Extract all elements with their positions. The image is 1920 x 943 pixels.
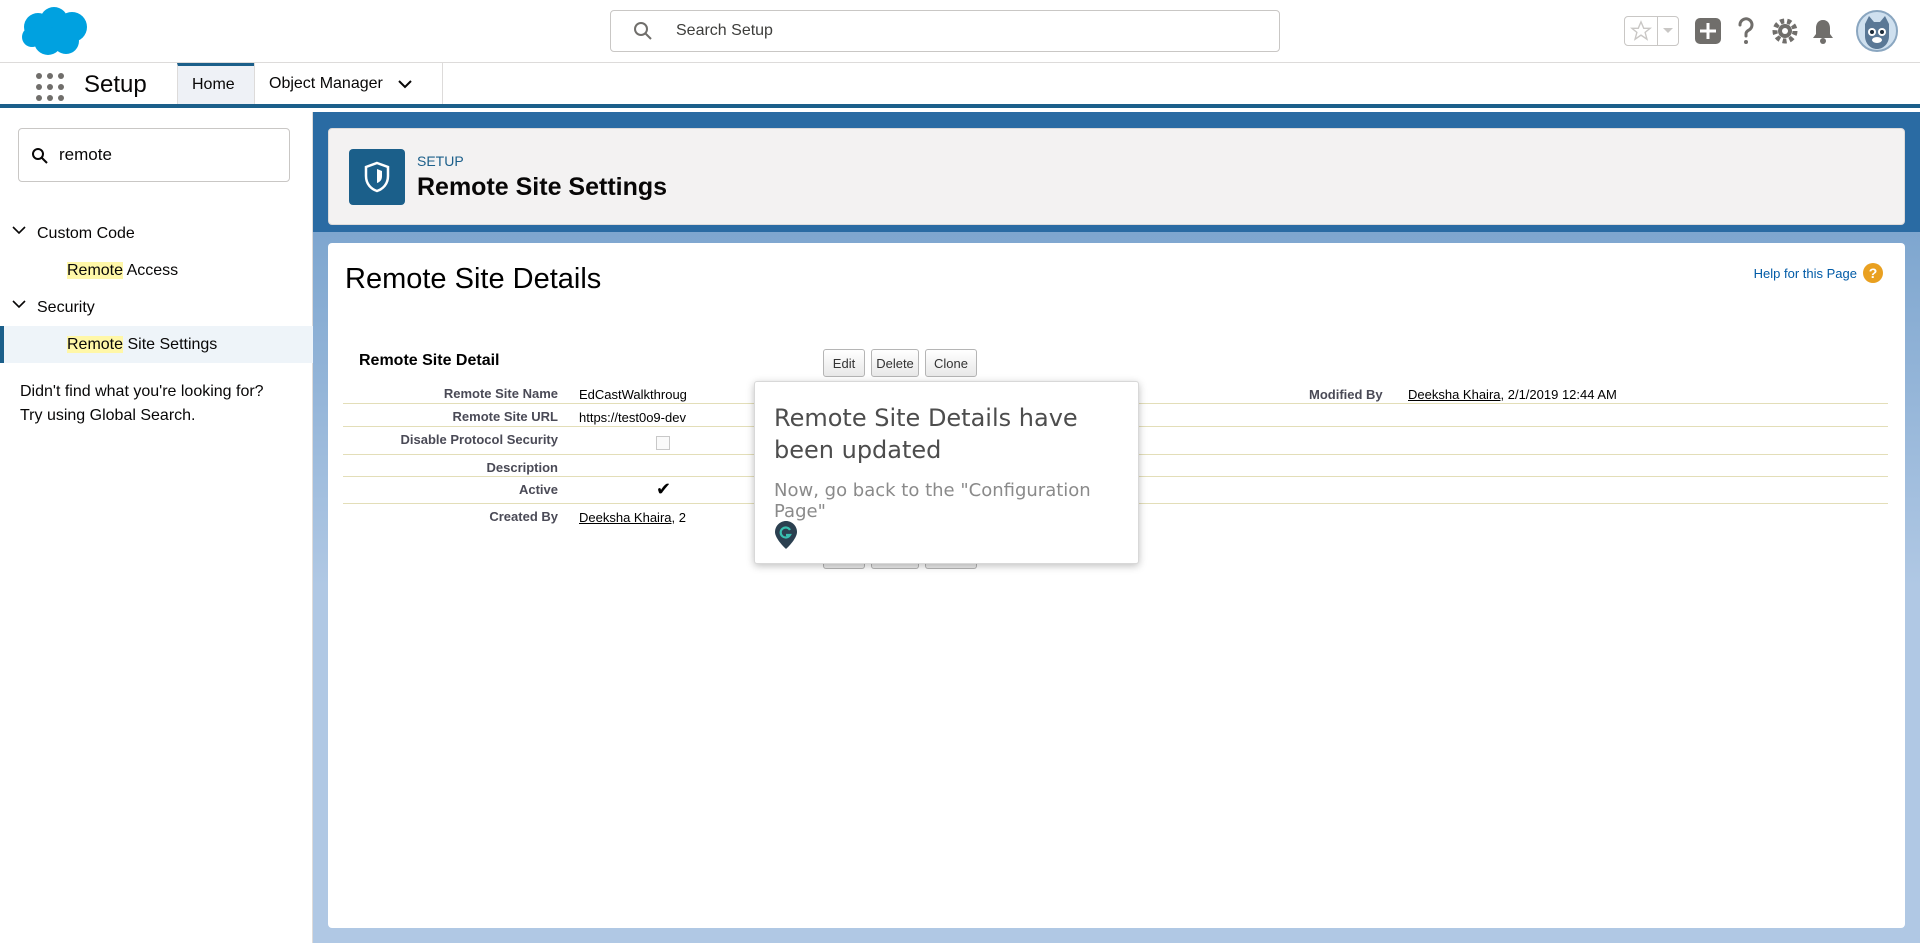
quick-find-input[interactable]: remote	[18, 128, 290, 182]
content-title: Remote Site Details	[345, 263, 602, 295]
notifications-bell-icon[interactable]	[1809, 12, 1837, 50]
field-label: Active	[518, 482, 558, 497]
page-eyebrow: SETUP	[417, 153, 464, 169]
tab-object-manager-label: Object Manager	[269, 74, 383, 92]
app-name: Setup	[84, 71, 147, 98]
favorites-star-icon[interactable]	[1624, 16, 1658, 46]
tree-group-label: Security	[37, 298, 95, 316]
tree-group-security[interactable]: Security	[0, 289, 313, 326]
section-title: Remote Site Detail	[359, 352, 500, 369]
chevron-down-icon[interactable]	[397, 79, 413, 89]
sidebar-help-text: Didn't find what you're looking for? Try…	[20, 380, 305, 428]
field-label: Remote Site URL	[452, 409, 558, 424]
app-launcher-icon[interactable]	[36, 73, 64, 101]
tree-item-remote-site-settings[interactable]: Remote Site Settings	[0, 326, 313, 363]
quick-find-value: remote	[59, 145, 112, 164]
global-search-placeholder: Search Setup	[676, 22, 773, 39]
help-text-line-2: Try using Global Search.	[20, 407, 196, 424]
search-icon	[32, 148, 48, 164]
page-header: SETUP Remote Site Settings	[328, 128, 1905, 225]
global-search-input[interactable]: Search Setup	[610, 10, 1280, 52]
field-value: Deeksha Khaira, 2	[579, 510, 686, 525]
delete-button[interactable]: Delete	[871, 349, 919, 377]
tree-item-remote-access[interactable]: Remote Access	[0, 252, 313, 289]
setup-gear-icon[interactable]	[1770, 12, 1800, 50]
page-title: Remote Site Settings	[417, 173, 668, 201]
global-actions-plus-icon[interactable]	[1694, 12, 1722, 50]
tree-item-label: Remote Site Settings	[67, 335, 218, 354]
context-bar: Setup Home Object Manager	[0, 63, 1920, 108]
field-label: Disable Protocol Security	[400, 432, 559, 447]
search-icon	[634, 22, 652, 40]
favorites-dropdown-icon[interactable]	[1657, 16, 1679, 46]
shield-icon	[349, 149, 405, 205]
setup-sidebar: remote Custom Code Remote Access Securit…	[0, 112, 313, 943]
walkthrough-popup[interactable]: Remote Site Details have been updated No…	[754, 381, 1139, 564]
popup-body: Now, go back to the "Configuration Page"	[774, 480, 1091, 522]
clone-button[interactable]: Clone	[925, 349, 977, 377]
tree-item-label-rest: Access	[123, 261, 179, 279]
modified-by-user-link[interactable]: Deeksha Khaira	[1408, 387, 1501, 402]
search-highlight: Remote	[67, 335, 124, 353]
chevron-down-icon[interactable]	[12, 225, 26, 235]
help-text-line-1: Didn't find what you're looking for?	[20, 383, 264, 400]
global-header: Search Setup	[0, 0, 1920, 63]
search-highlight: Remote	[67, 261, 124, 279]
chevron-down-icon[interactable]	[12, 299, 26, 309]
modified-by-label: Modified By	[1309, 387, 1383, 402]
tab-object-manager[interactable]: Object Manager	[254, 63, 443, 104]
help-for-page-link[interactable]: Help for this Page ?	[1754, 263, 1883, 283]
field-label: Created By	[489, 509, 558, 524]
help-question-icon[interactable]: ?	[1863, 263, 1883, 283]
field-label: Description	[486, 460, 558, 475]
tree-item-label: Remote Access	[67, 261, 179, 280]
tab-home[interactable]: Home	[177, 63, 254, 104]
header-utility-icons	[1620, 10, 1910, 52]
modified-by-value: Deeksha Khaira, 2/1/2019 12:44 AM	[1408, 387, 1617, 402]
walkthrough-pin-icon	[775, 521, 797, 549]
tab-home-label: Home	[192, 76, 235, 93]
help-question-icon[interactable]	[1734, 12, 1758, 50]
modified-date: , 2/1/2019 12:44 AM	[1500, 387, 1617, 402]
field-value: https://test0o9-dev	[579, 410, 686, 425]
content-card: Remote Site Details Help for this Page ?…	[328, 243, 1905, 928]
edit-button[interactable]: Edit	[823, 349, 865, 377]
created-by-user-link[interactable]: Deeksha Khaira	[579, 510, 672, 525]
popup-title: Remote Site Details have been updated	[774, 404, 1078, 464]
disable-protocol-checkbox	[656, 436, 670, 450]
field-label: Remote Site Name	[443, 386, 558, 401]
salesforce-logo[interactable]	[18, 5, 92, 57]
tree-item-label-rest: Site Settings	[123, 335, 218, 353]
checkmark-icon: ✔	[656, 479, 672, 499]
help-link-label: Help for this Page	[1753, 265, 1857, 281]
user-avatar[interactable]	[1856, 10, 1898, 52]
created-date: , 2	[671, 510, 686, 525]
tree-group-custom-code[interactable]: Custom Code	[0, 215, 313, 252]
field-value: EdCastWalkthroug	[579, 387, 687, 402]
tree-group-label: Custom Code	[37, 224, 135, 242]
